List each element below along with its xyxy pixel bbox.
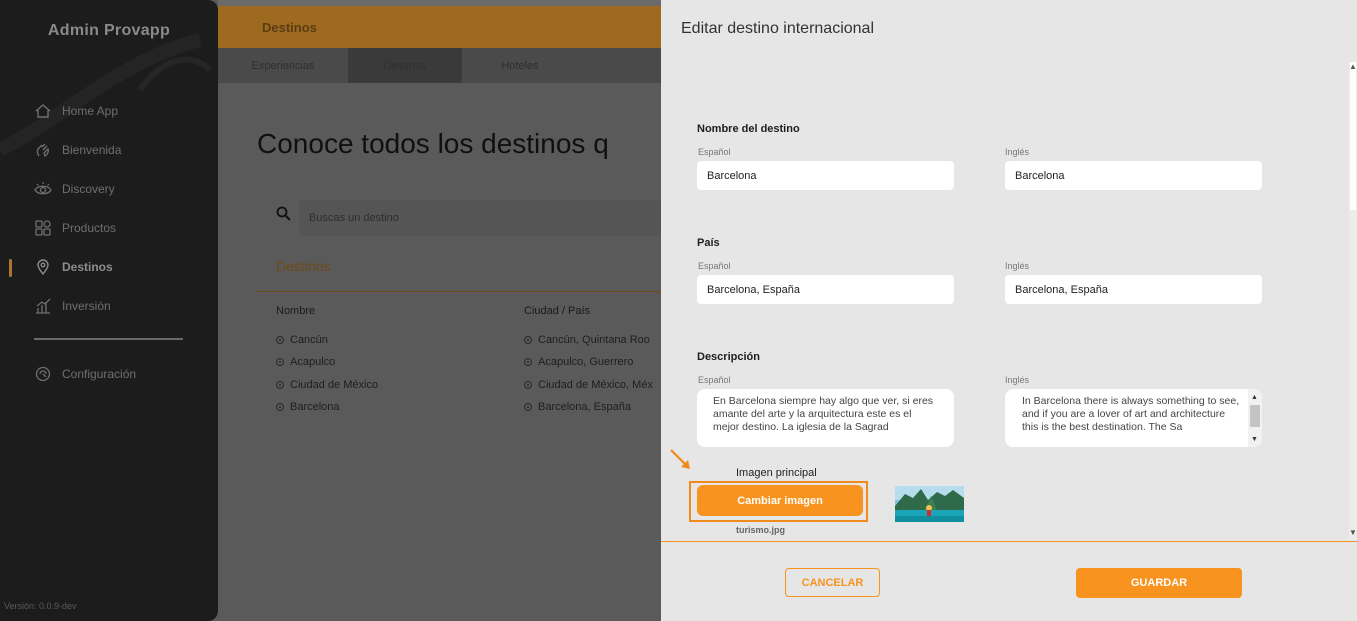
sidebar-item-inversion[interactable]: Inversión — [34, 296, 111, 316]
lang-label-en: Inglés — [1005, 261, 1030, 271]
search-input[interactable] — [299, 200, 661, 236]
main-content: Destinos Experiencias Destinos Hoteles C… — [218, 0, 661, 621]
country-en-input[interactable] — [1005, 275, 1262, 304]
scroll-down-icon[interactable]: ▼ — [1349, 528, 1357, 537]
column-header-ciudad-pais: Ciudad / País — [524, 305, 591, 317]
description-es-textarea[interactable]: En Barcelona siempre hay algo que ver, s… — [697, 389, 954, 447]
section-label: Destinos — [276, 258, 331, 274]
location-pin-icon — [34, 258, 52, 276]
name-en-input[interactable] — [1005, 161, 1262, 190]
change-image-button[interactable]: Cambiar imagen — [697, 485, 863, 516]
cell-text: Barcelona — [290, 401, 340, 413]
wave-hand-icon — [34, 141, 52, 159]
sidebar-item-bienvenida[interactable]: Bienvenida — [34, 140, 121, 160]
table-row-city: Barcelona, España — [524, 401, 631, 413]
sidebar-item-label: Destinos — [62, 260, 113, 274]
sidebar-item-discovery[interactable]: Discovery — [34, 179, 115, 199]
lang-label-en: Inglés — [1005, 375, 1030, 385]
table-row-name[interactable]: Cancún — [276, 334, 328, 346]
page-header: Destinos — [218, 6, 661, 48]
bullet-icon — [524, 358, 532, 366]
tab-destinos[interactable]: Destinos — [348, 48, 462, 83]
lang-label-es: Español — [698, 147, 731, 157]
page-title: Conoce todos los destinos q — [257, 128, 609, 159]
description-en-text: In Barcelona there is always something t… — [1022, 395, 1240, 433]
name-es-input[interactable] — [697, 161, 954, 190]
sidebar-item-productos[interactable]: Productos — [34, 218, 116, 238]
sidebar-item-label: Productos — [62, 221, 117, 235]
sidebar: Admin Provapp Home App Bienvenida Discov… — [0, 0, 218, 621]
image-file-name: turismo.jpg — [736, 525, 785, 535]
sidebar-item-configuracion[interactable]: Configuración — [34, 364, 136, 384]
drawer-title: Editar destino internacional — [681, 20, 875, 37]
sidebar-divider — [34, 338, 183, 340]
sidebar-item-label: Home App — [62, 104, 119, 118]
drawer-scrollbar-thumb[interactable] — [1350, 62, 1356, 210]
bar-chart-icon — [34, 297, 52, 315]
save-button[interactable]: GUARDAR — [1076, 568, 1242, 598]
tab-experiencias[interactable]: Experiencias — [218, 48, 348, 83]
description-es-text: En Barcelona siempre hay algo que ver, s… — [713, 395, 934, 433]
cell-text: Acapulco, Guerrero — [538, 356, 634, 368]
image-label: Imagen principal — [736, 467, 817, 479]
table-row-city: Ciudad de México, Méx — [524, 379, 653, 391]
table-row-name[interactable]: Barcelona — [276, 401, 340, 413]
bullet-icon — [276, 403, 284, 411]
arrow-pointer-icon — [670, 449, 690, 469]
cell-text: Acapulco — [290, 356, 336, 368]
table-row-name[interactable]: Acapulco — [276, 356, 335, 368]
bullet-icon — [524, 381, 532, 389]
table-row-city: Cancún, Quintana Roo — [524, 334, 650, 346]
country-es-input[interactable] — [697, 275, 954, 304]
eye-icon — [34, 180, 52, 198]
cell-text: Cancún — [290, 334, 328, 346]
lang-label-es: Español — [698, 261, 731, 271]
bullet-icon — [524, 403, 532, 411]
edit-destination-drawer: Editar destino internacional ▲ ▼ Nombre … — [661, 0, 1357, 621]
search-icon — [276, 206, 291, 221]
field-title-description: Descripción — [697, 351, 760, 363]
cell-text: Ciudad de México, Méx — [538, 379, 653, 391]
field-title-name: Nombre del destino — [697, 123, 800, 135]
description-en-textarea[interactable]: In Barcelona there is always something t… — [1005, 389, 1262, 447]
sidebar-item-label: Bienvenida — [62, 143, 122, 157]
bullet-icon — [276, 358, 284, 366]
cell-text: Cancún, Quintana Roo — [538, 334, 650, 346]
sidebar-item-label: Inversión — [62, 299, 111, 313]
sidebar-item-label: Discovery — [62, 182, 115, 196]
table-row-city: Acapulco, Guerrero — [524, 356, 633, 368]
scroll-up-icon[interactable]: ▲ — [1251, 391, 1258, 404]
bullet-icon — [276, 336, 284, 344]
active-indicator — [9, 259, 12, 277]
scroll-up-icon[interactable]: ▲ — [1349, 62, 1357, 71]
section-divider — [257, 291, 661, 292]
scroll-down-icon[interactable]: ▼ — [1251, 433, 1258, 446]
field-title-country: País — [697, 237, 720, 249]
home-icon — [34, 102, 52, 120]
brand-title: Admin Provapp — [47, 22, 171, 39]
image-preview-thumbnail[interactable] — [895, 486, 964, 522]
lang-label-es: Español — [698, 375, 731, 385]
lang-label-en: Inglés — [1005, 147, 1030, 157]
textarea-scrollbar-thumb[interactable] — [1250, 405, 1260, 427]
tab-bar: Experiencias Destinos Hoteles — [218, 48, 661, 83]
tab-hoteles[interactable]: Hoteles — [462, 48, 578, 83]
grid-icon — [34, 219, 52, 237]
cancel-button[interactable]: CANCELAR — [785, 568, 880, 597]
footer-divider — [661, 541, 1357, 542]
bullet-icon — [524, 336, 532, 344]
settings-icon — [34, 365, 52, 383]
search-bar — [273, 200, 661, 236]
cell-text: Barcelona, España — [538, 401, 631, 413]
sidebar-item-label: Configuración — [62, 367, 137, 381]
page-header-title: Destinos — [262, 20, 317, 35]
column-header-nombre: Nombre — [276, 305, 316, 317]
bullet-icon — [276, 381, 284, 389]
sidebar-item-home-app[interactable]: Home App — [34, 101, 118, 121]
textarea-scrollbar[interactable]: ▲ ▼ — [1248, 389, 1262, 447]
cell-text: Ciudad de México — [290, 379, 379, 391]
table-row-name[interactable]: Ciudad de México — [276, 379, 378, 391]
sidebar-item-destinos[interactable]: Destinos — [34, 257, 113, 277]
version-label: Versión: 0.0.9-dev — [4, 601, 77, 611]
